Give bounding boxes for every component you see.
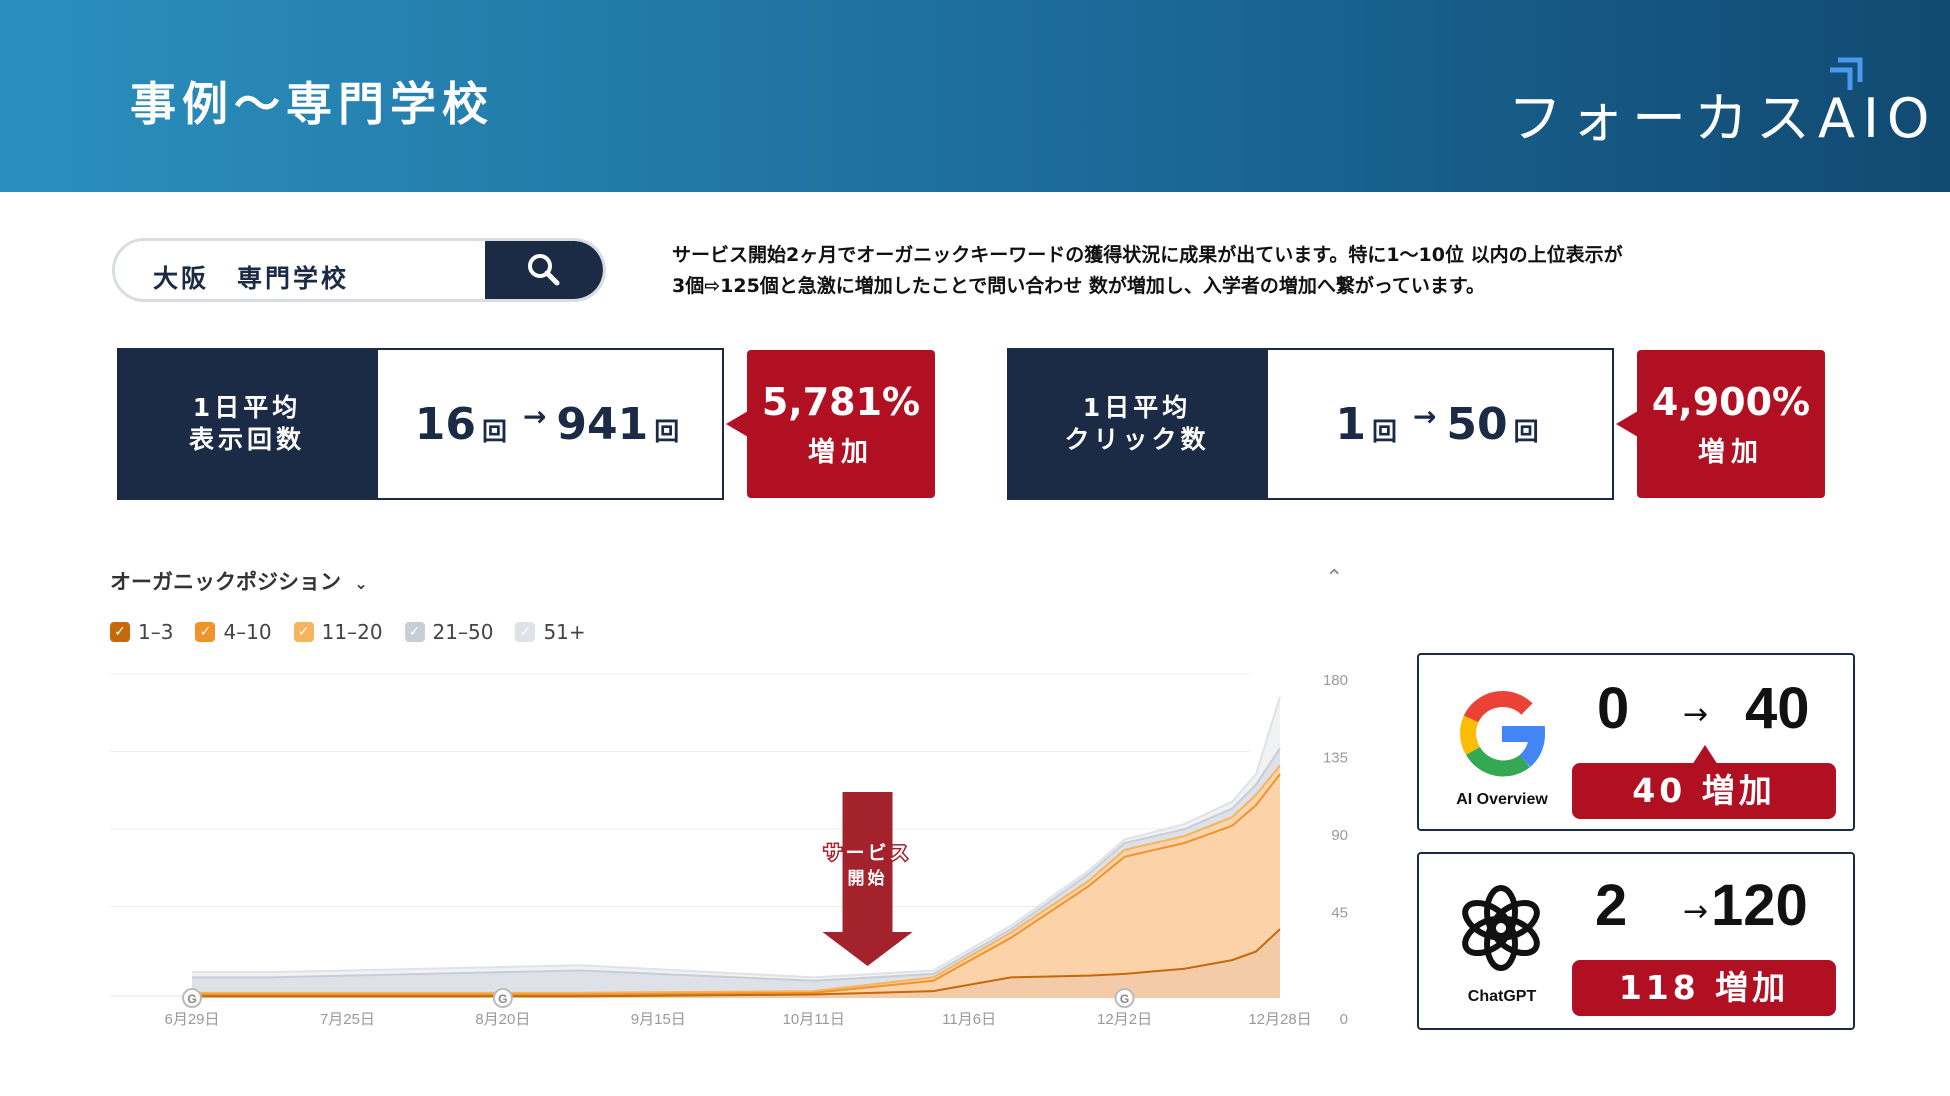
page-title: 事例〜専門学校 (130, 77, 494, 131)
google-marker-label: G (1120, 992, 1129, 1006)
kpi-clicks-label: 1日平均 クリック数 (1007, 348, 1267, 500)
kpi-clicks-label-line2: クリック数 (1064, 425, 1210, 454)
intro-line-2: 3個⇨125個と急激に増加したことで問い合わせ 数が増加し、入学者の増加へ繋がっ… (672, 275, 1485, 297)
x-tick-label: 8月20日 (475, 1011, 530, 1028)
chatgpt-logo-icon (1462, 885, 1540, 971)
legend-label: 21–50 (432, 620, 494, 644)
y-tick-label: 45 (1331, 905, 1348, 922)
x-tick-label: 6月29日 (164, 1011, 219, 1028)
chatgpt-from: 2 (1595, 873, 1628, 938)
chatgpt-badge: 118 増加 (1572, 960, 1836, 1016)
kpi-clicks-unit-2: 回 (1513, 417, 1539, 446)
checkbox-icon[interactable]: ✓ (515, 622, 536, 642)
kpi-clicks-notch (1616, 411, 1638, 437)
header-banner: 事例〜専門学校 フォーカスAIO (0, 0, 1950, 192)
chatgpt-name: ChatGPT (1467, 988, 1537, 1005)
organic-position-chart: 0 45 90 135 180 6月29日 7月25日 8月20日 9月15日 10月11日 11月… (110, 672, 1348, 1028)
ai-overview-card: AI Overview 0 → 40 40 増加 (1417, 653, 1855, 831)
legend-label: 4–10 (223, 620, 272, 644)
kpi-impressions-from: 16 (414, 398, 476, 450)
x-tick-label: 12月2日 (1097, 1011, 1152, 1028)
kpi-impressions-arrow: → (522, 399, 547, 433)
chatgpt-arrow: → (1683, 894, 1709, 929)
intro-line-1: サービス開始2ヶ月でオーガニックキーワードの獲得状況に成果が出ています。特に1〜… (672, 244, 1623, 266)
kpi-impressions-label: 1日平均 表示回数 (117, 348, 377, 500)
series-area-s4 (192, 774, 1280, 998)
legend-item[interactable]: ✓ 51+ (515, 620, 586, 644)
chevron-up-icon[interactable]: ⌃ (1325, 566, 1343, 591)
legend-item[interactable]: ✓ 1–3 (110, 620, 173, 644)
ai-overview-to: 40 (1745, 676, 1810, 741)
legend-label: 11–20 (321, 620, 383, 644)
search-input[interactable]: 大阪 専門学校 (153, 259, 349, 295)
kpi-clicks-from: 1 (1335, 398, 1366, 450)
google-logo-icon (1460, 691, 1545, 777)
x-tick-label: 10月11日 (783, 1011, 845, 1028)
ai-overview-badge: 40 増加 (1572, 763, 1836, 819)
ai-overview-pointer (1692, 745, 1718, 765)
y-tick-label: 135 (1323, 750, 1348, 767)
kpi-clicks-badge: 4,900% 増加 (1637, 350, 1825, 498)
google-marker-label: G (187, 992, 196, 1006)
kpi-impressions-inc: 増加 (808, 437, 874, 468)
y-tick-label: 0 (1340, 1011, 1348, 1028)
checkbox-icon[interactable]: ✓ (195, 622, 216, 642)
checkbox-icon[interactable]: ✓ (110, 622, 130, 642)
x-tick-label: 11月6日 (942, 1011, 996, 1028)
ai-overview-name: AI Overview (1456, 791, 1548, 808)
google-marker-label: G (498, 992, 507, 1006)
kpi-impressions-notch (726, 411, 748, 437)
ai-overview-from: 0 (1597, 676, 1630, 741)
chart-title-text: オーガニックポジション (110, 570, 341, 594)
intro-text: サービス開始2ヶ月でオーガニックキーワードの獲得状況に成果が出ています。特に1〜… (672, 240, 1712, 302)
legend-item[interactable]: ✓ 11–20 (293, 620, 383, 644)
legend-label: 1–3 (138, 620, 174, 644)
search-icon (528, 254, 560, 286)
x-tick-label: 12月28日 (1248, 1011, 1311, 1028)
chevron-down-icon: ⌄ (354, 574, 368, 593)
kpi-clicks-to: 50 (1446, 398, 1508, 450)
brand-logo: フォーカスAIO (1508, 87, 1938, 150)
kpi-impressions-badge: 5,781% 増加 (747, 350, 935, 498)
x-tick-label: 7月25日 (320, 1011, 375, 1028)
checkbox-icon[interactable]: ✓ (404, 622, 425, 642)
ai-overview-arrow: → (1683, 697, 1709, 732)
kpi-clicks-pct: 4,900% (1651, 380, 1811, 424)
kpi-impressions-value: 16 回 → 941 回 (376, 348, 724, 500)
brand-arrow-icon (1830, 57, 1863, 90)
annotation-line2: 開始 (848, 868, 888, 889)
search-button[interactable] (485, 241, 603, 299)
kpi-clicks-arrow: → (1412, 399, 1437, 433)
kpi-impressions-unit: 回 (481, 417, 507, 446)
kpi-impressions-unit-2: 回 (654, 417, 680, 446)
chart-title-dropdown[interactable]: オーガニックポジション ⌄ (110, 566, 368, 596)
annotation-line1: サービス (824, 842, 912, 864)
kpi-impressions-to: 941 (556, 398, 649, 450)
kpi-clicks-inc: 増加 (1698, 437, 1764, 468)
chatgpt-card: ChatGPT 2 → 120 118 増加 (1417, 852, 1855, 1030)
legend-item[interactable]: ✓ 21–50 (404, 620, 494, 644)
chatgpt-to: 120 (1711, 873, 1808, 938)
legend-item[interactable]: ✓ 4–10 (195, 620, 272, 644)
kpi-clicks-unit: 回 (1371, 417, 1397, 446)
checkbox-icon[interactable]: ✓ (293, 622, 314, 642)
kpi-clicks-label-line1: 1日平均 (1082, 393, 1192, 422)
chart-legend: ✓ 1–3 ✓ 4–10 ✓ 11–20 ✓ 21–50 ✓ 51+ (110, 620, 586, 644)
search-bar: 大阪 専門学校 (112, 238, 606, 302)
kpi-impressions-label-line1: 1日平均 (192, 393, 302, 422)
kpi-impressions-pct: 5,781% (761, 380, 921, 424)
legend-label: 51+ (543, 620, 586, 644)
kpi-clicks-value: 1 回 → 50 回 (1266, 348, 1614, 500)
y-tick-label: 180 (1323, 672, 1348, 689)
kpi-impressions-label-line2: 表示回数 (188, 425, 305, 454)
y-tick-label: 90 (1331, 827, 1348, 844)
x-tick-label: 9月15日 (631, 1011, 686, 1028)
